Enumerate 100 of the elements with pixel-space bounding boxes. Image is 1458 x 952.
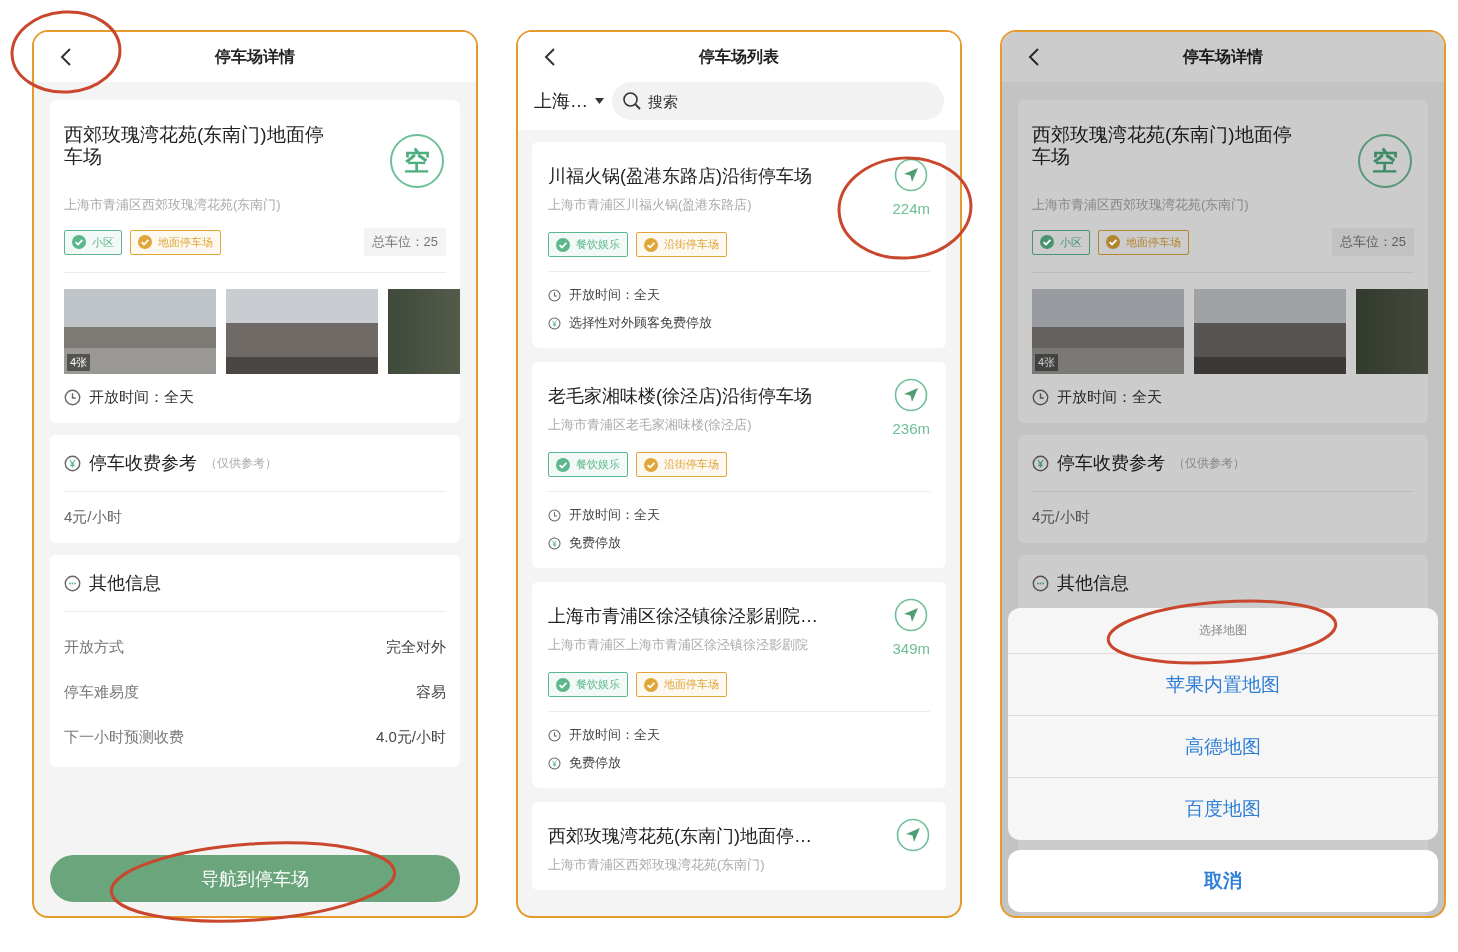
distance-text: 236m [892, 420, 930, 437]
yen-icon [548, 316, 561, 330]
fee-text: 4元/小时 [1032, 508, 1091, 527]
parking-lot-name: 西郊玫瑰湾花苑(东南门)地面停车场 [1032, 124, 1293, 168]
address-text: 上海市青浦区上海市青浦区徐泾镇徐泾影剧院 [548, 636, 809, 654]
parking-lot-name: 老毛家湘味楼(徐泾店)沿街停车场 [548, 385, 812, 408]
note-text: （仅供参考） [1173, 454, 1245, 472]
info-text: 免费停放 [569, 534, 621, 552]
section-title: 停车收费参考 [89, 452, 197, 475]
search-icon [622, 91, 642, 111]
address-text: 上海市青浦区西郊玫瑰湾花苑(东南门) [548, 856, 766, 874]
clock-icon [548, 288, 561, 302]
photo-placeholder[interactable]: 4张 [1032, 289, 1184, 374]
address-text: 上海市青浦区西郊玫瑰湾花苑(东南门) [64, 196, 282, 214]
category-tag: 地面停车场 [636, 672, 727, 697]
more-icon [1032, 574, 1049, 592]
navigation-icon[interactable] [894, 598, 929, 632]
category-tag: 小区 [64, 229, 122, 255]
category-tag: 沿街停车场 [636, 452, 727, 477]
section-title: 其他信息 [89, 572, 161, 595]
info-text: 免费停放 [569, 754, 621, 772]
section-title: 停车收费参考 [1057, 452, 1165, 475]
cancel-button[interactable]: 取消 [1008, 850, 1438, 912]
parking-lot-name: 川福火锅(盈港东路店)沿街停车场 [548, 165, 812, 188]
info-label: 开放方式 [64, 638, 124, 657]
parking-lot-name: 上海市青浦区徐泾镇徐泾影剧院… [548, 605, 818, 628]
clock-icon [1032, 389, 1049, 406]
category-tag: 地面停车场 [130, 229, 221, 255]
info-text: 开放时间：全天 [569, 286, 660, 304]
total-spaces: 总车位：25 [1331, 228, 1414, 256]
screen-title: 停车场详情 [1183, 46, 1263, 67]
opening-hours: 开放时间：全天 [89, 388, 194, 407]
info-value: 容易 [416, 683, 446, 702]
map-option[interactable]: 百度地图 [1008, 778, 1438, 840]
info-value: 完全对外 [386, 638, 446, 657]
check-icon [556, 677, 570, 692]
sheet-title: 选择地图 [1008, 608, 1438, 654]
distance-text: 349m [892, 640, 930, 657]
check-icon [1040, 235, 1054, 249]
parking-lot-name: 西郊玫瑰湾花苑(东南门)地面停车场 [64, 124, 325, 168]
more-icon [64, 574, 81, 592]
category-tag: 小区 [1032, 229, 1090, 255]
parking-lot-card[interactable]: 老毛家湘味楼(徐泾店)沿街停车场 上海市青浦区老毛家湘味楼(徐泾店) 餐饮娱乐 沿街停车场 236m 开放时间：全天 免费停放 [532, 362, 946, 568]
parking-lot-card[interactable]: 西郊玫瑰湾花苑(东南门)地面停… 上海市青浦区西郊玫瑰湾花苑(东南门) [532, 802, 946, 890]
back-icon[interactable] [544, 47, 556, 67]
address-text: 上海市青浦区西郊玫瑰湾花苑(东南门) [1032, 196, 1250, 214]
distance-text: 224m [892, 200, 930, 217]
check-icon [644, 237, 658, 252]
yen-icon [64, 454, 81, 472]
photo-placeholder[interactable] [1194, 289, 1346, 374]
screen-title: 停车场详情 [215, 46, 295, 67]
category-tag: 沿街停车场 [636, 232, 727, 257]
note-text: （仅供参考） [205, 454, 277, 472]
clock-icon [548, 728, 561, 742]
parking-lot-card[interactable]: 川福火锅(盈港东路店)沿街停车场 上海市青浦区川福火锅(盈港东路店) 餐饮娱乐 沿街停车场 224m 开放时间：全天 选择性对外顾客免费停放 [532, 142, 946, 348]
parking-lot-name: 西郊玫瑰湾花苑(东南门)地面停… [548, 825, 812, 848]
info-text: 选择性对外顾客免费停放 [569, 314, 712, 332]
check-icon [1106, 235, 1120, 249]
yen-icon [548, 756, 561, 770]
navigation-icon[interactable] [894, 158, 929, 192]
screen-title: 停车场列表 [699, 46, 779, 67]
info-value: 4.0元/小时 [375, 728, 446, 747]
section-title: 其他信息 [1057, 572, 1129, 595]
category-tag: 餐饮娱乐 [548, 452, 628, 477]
info-label: 停车难易度 [64, 683, 139, 702]
back-icon[interactable] [60, 47, 72, 67]
map-option[interactable]: 苹果内置地图 [1008, 654, 1438, 716]
map-option[interactable]: 高德地图 [1008, 716, 1438, 778]
availability-badge: 空 [390, 134, 444, 188]
info-label: 下一小时预测收费 [64, 728, 184, 747]
navigation-icon[interactable] [894, 378, 929, 412]
category-tag: 餐饮娱乐 [548, 672, 628, 697]
city-dropdown[interactable]: 上海… [534, 89, 604, 113]
total-spaces: 总车位：25 [363, 228, 446, 256]
yen-icon [1032, 454, 1049, 472]
caret-icon [595, 98, 604, 104]
photo-placeholder[interactable] [226, 289, 378, 374]
check-icon [556, 457, 570, 472]
opening-hours: 开放时间：全天 [1057, 388, 1162, 407]
check-icon [556, 237, 570, 252]
info-text: 开放时间：全天 [569, 726, 660, 744]
fee-text: 4元/小时 [64, 508, 123, 527]
clock-icon [548, 508, 561, 522]
category-tag: 餐饮娱乐 [548, 232, 628, 257]
availability-badge: 空 [1358, 134, 1412, 188]
yen-icon [548, 536, 561, 550]
navigation-icon[interactable] [896, 818, 930, 852]
category-tag: 地面停车场 [1098, 229, 1189, 255]
address-text: 上海市青浦区老毛家湘味楼(徐泾店) [548, 416, 753, 434]
check-icon [644, 457, 658, 472]
search-field[interactable]: 搜索 [612, 82, 944, 120]
check-icon [72, 235, 86, 249]
photo-placeholder[interactable]: 4张 [64, 289, 216, 374]
check-icon [138, 235, 152, 249]
photo-count: 4张 [67, 354, 91, 371]
clock-icon [64, 389, 81, 406]
parking-lot-card[interactable]: 上海市青浦区徐泾镇徐泾影剧院… 上海市青浦区上海市青浦区徐泾镇徐泾影剧院 餐饮娱乐 地面停车场 349m 开放时间：全天 免费停放 [532, 582, 946, 788]
info-text: 开放时间：全天 [569, 506, 660, 524]
check-icon [644, 677, 658, 692]
back-icon[interactable] [1028, 47, 1040, 67]
